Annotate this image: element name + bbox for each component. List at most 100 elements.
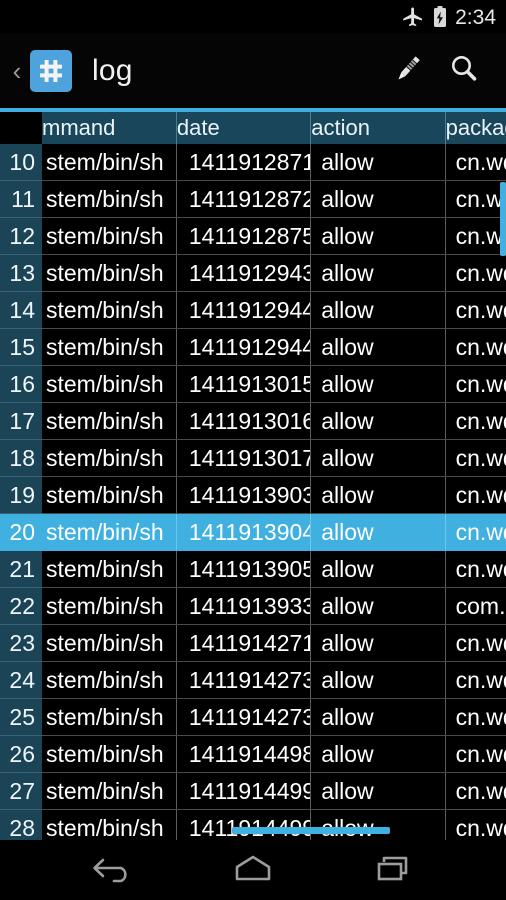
vertical-scrollbar-thumb[interactable] xyxy=(500,182,506,256)
cell-package: cn.wq.myar xyxy=(445,144,506,181)
table-row[interactable]: 14stem/bin/sh1411912944allowcn.wq.myar xyxy=(0,291,506,329)
cell-date: 1411913905 xyxy=(176,550,312,588)
column-header-action[interactable]: action xyxy=(310,112,446,144)
log-table: mmand date action package_na 10stem/bin/… xyxy=(0,112,506,840)
table-header-row: mmand date action package_na xyxy=(0,112,506,144)
table-row[interactable]: 13stem/bin/sh1411912943allowcn.wq.myar xyxy=(0,254,506,292)
hash-grid-icon[interactable] xyxy=(30,50,72,92)
table-row[interactable]: 16stem/bin/sh1411913015allowcn.wq.myar xyxy=(0,365,506,403)
table-row[interactable]: 25stem/bin/sh1411914273allowcn.wq.myar xyxy=(0,698,506,736)
cell-action: allow xyxy=(310,254,446,292)
cell-date: 1411914271 xyxy=(176,624,312,662)
cell-package: cn.wq.myar xyxy=(445,550,506,588)
cell-command: stem/bin/sh xyxy=(42,624,177,662)
table-row[interactable]: 28stem/bin/sh1411914499allowcn.wq.myar xyxy=(0,809,506,840)
cell-rownum: 24 xyxy=(0,661,42,699)
cell-date: 1411913903 xyxy=(176,476,312,514)
cell-rownum: 22 xyxy=(0,587,42,625)
table-row[interactable]: 17stem/bin/sh1411913016allowcn.wq.myar xyxy=(0,402,506,440)
cell-command: stem/bin/sh xyxy=(42,735,177,773)
column-header-package-name[interactable]: package_na xyxy=(445,112,506,144)
cell-action: allow xyxy=(310,587,446,625)
home-icon xyxy=(230,852,276,889)
cell-rownum: 21 xyxy=(0,550,42,588)
nav-back-button[interactable] xyxy=(76,847,146,893)
cell-action: allow xyxy=(310,735,446,773)
column-header-date[interactable]: date xyxy=(176,112,312,144)
cell-action: allow xyxy=(310,144,446,181)
nav-home-button[interactable] xyxy=(218,847,288,893)
cell-package: com.speeds xyxy=(445,587,506,625)
page-title: log xyxy=(92,54,133,87)
cell-date: 1411914273 xyxy=(176,698,312,736)
table-row[interactable]: 20stem/bin/sh1411913904allowcn.wq.myar xyxy=(0,513,506,551)
search-button[interactable] xyxy=(436,43,492,99)
table-row[interactable]: 19stem/bin/sh1411913903allowcn.wq.myar xyxy=(0,476,506,514)
cell-package: cn.wq.myar xyxy=(445,254,506,292)
table-row[interactable]: 22stem/bin/sh1411913933allowcom.speeds xyxy=(0,587,506,625)
cell-command: stem/bin/sh xyxy=(42,513,177,551)
table-row[interactable]: 15stem/bin/sh1411912944allowcn.wq.myar xyxy=(0,328,506,366)
cell-date: 1411913015 xyxy=(176,365,312,403)
cell-package: cn.wq.myar xyxy=(445,809,506,840)
cell-rownum: 16 xyxy=(0,365,42,403)
table-row[interactable]: 10stem/bin/sh1411912871allowcn.wq.myar xyxy=(0,144,506,181)
cell-date: 1411914499 xyxy=(176,809,312,840)
table-row[interactable]: 21stem/bin/sh1411913905allowcn.wq.myar xyxy=(0,550,506,588)
table-row[interactable]: 27stem/bin/sh1411914499allowcn.wq.myar xyxy=(0,772,506,810)
edit-button[interactable] xyxy=(380,43,436,99)
cell-rownum: 14 xyxy=(0,291,42,329)
cell-action: allow xyxy=(310,624,446,662)
cell-rownum: 11 xyxy=(0,180,42,218)
cell-rownum: 23 xyxy=(0,624,42,662)
cell-package: cn.wq.myar xyxy=(445,180,506,218)
cell-command: stem/bin/sh xyxy=(42,439,177,477)
cell-command: stem/bin/sh xyxy=(42,328,177,366)
cell-command: stem/bin/sh xyxy=(42,772,177,810)
status-bar-clock: 2:34 xyxy=(455,5,496,29)
log-table-container[interactable]: mmand date action package_na 10stem/bin/… xyxy=(0,108,506,840)
cell-action: allow xyxy=(310,772,446,810)
table-row[interactable]: 11stem/bin/sh1411912872allowcn.wq.myar xyxy=(0,180,506,218)
cell-rownum: 26 xyxy=(0,735,42,773)
battery-charging-icon xyxy=(432,5,448,29)
cell-rownum: 20 xyxy=(0,513,42,551)
cell-package: cn.wq.myar xyxy=(445,291,506,329)
app-screen: 2:34 ‹ log mmand date action packa 10 st… xyxy=(0,0,506,900)
column-header-command[interactable]: mmand xyxy=(42,112,177,144)
cell-package: cn.wq.myar xyxy=(445,661,506,699)
cell-date: 1411912944 xyxy=(176,291,312,329)
cell-package: cn.wq.myar xyxy=(445,402,506,440)
table-row[interactable]: 12stem/bin/sh1411912875allowcn.wq.myar xyxy=(0,217,506,255)
nav-recents-button[interactable] xyxy=(360,847,430,893)
table-row[interactable]: 24stem/bin/sh1411914273allowcn.wq.myar xyxy=(0,661,506,699)
cell-rownum: 13 xyxy=(0,254,42,292)
cell-date: 1411913017 xyxy=(176,439,312,477)
pencil-icon xyxy=(389,50,427,93)
cell-rownum: 18 xyxy=(0,439,42,477)
cell-package: cn.wq.myar xyxy=(445,217,506,255)
cell-action: allow xyxy=(310,365,446,403)
cell-command: stem/bin/sh xyxy=(42,476,177,514)
status-bar: 2:34 xyxy=(0,0,506,34)
cell-rownum: 19 xyxy=(0,476,42,514)
cell-action: allow xyxy=(310,328,446,366)
table-row[interactable]: 26stem/bin/sh1411914498allowcn.wq.myar xyxy=(0,735,506,773)
cell-rownum: 12 xyxy=(0,217,42,255)
cell-date: 1411914273 xyxy=(176,661,312,699)
cell-action: allow xyxy=(310,550,446,588)
cell-date: 1411912871 xyxy=(176,144,312,181)
column-header-rownum[interactable] xyxy=(0,112,42,144)
cell-date: 1411914498 xyxy=(176,735,312,773)
table-row[interactable]: 23stem/bin/sh1411914271allowcn.wq.myar xyxy=(0,624,506,662)
cell-command: stem/bin/sh xyxy=(42,180,177,218)
cell-rownum: 28 xyxy=(0,809,42,840)
cell-package: cn.wq.myar xyxy=(445,328,506,366)
horizontal-scrollbar-thumb[interactable] xyxy=(232,827,390,834)
cell-date: 1411913904 xyxy=(176,513,312,551)
up-chevron-icon[interactable]: ‹ xyxy=(6,58,28,84)
cell-package: cn.wq.myar xyxy=(445,735,506,773)
table-row[interactable]: 18stem/bin/sh1411913017allowcn.wq.myar xyxy=(0,439,506,477)
cell-command: stem/bin/sh xyxy=(42,291,177,329)
cell-action: allow xyxy=(310,439,446,477)
